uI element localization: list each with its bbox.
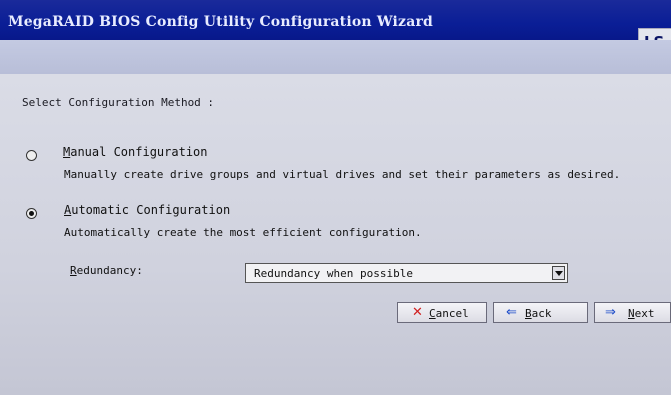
chevron-down-icon[interactable] xyxy=(552,266,565,280)
section-heading: Select Configuration Method : xyxy=(22,96,215,109)
automatic-config-radio[interactable] xyxy=(26,208,37,219)
redundancy-label-rest: edundancy: xyxy=(76,264,143,277)
manual-config-radio[interactable] xyxy=(26,150,37,161)
next-button[interactable]: ⇒ Next xyxy=(594,302,671,323)
back-label-rest: ack xyxy=(531,307,552,320)
next-hotkey: N xyxy=(628,307,635,320)
title-bar: MegaRAID BIOS Config Utility Configurati… xyxy=(0,0,671,40)
header-band xyxy=(0,40,671,74)
cancel-button[interactable]: ✕ Cancel xyxy=(397,302,487,323)
redundancy-value: Redundancy when possible xyxy=(254,267,413,280)
arrow-left-icon: ⇐ xyxy=(506,305,517,320)
redundancy-select[interactable]: Redundancy when possible xyxy=(245,263,568,283)
automatic-label-rest: utomatic Configuration xyxy=(71,203,231,217)
redundancy-label: Redundancy: xyxy=(70,264,143,277)
back-hotkey: B xyxy=(525,307,532,320)
next-label-rest: ext xyxy=(634,307,655,320)
manual-label-rest: anual Configuration xyxy=(70,145,208,159)
arrow-right-icon: ⇒ xyxy=(605,305,616,320)
cancel-label: Cancel xyxy=(429,307,469,320)
cancel-hotkey: C xyxy=(429,307,436,320)
next-label: Next xyxy=(628,307,655,320)
automatic-config-label[interactable]: Automatic Configuration xyxy=(64,203,230,217)
redundancy-hotkey: R xyxy=(70,264,77,277)
x-icon: ✕ xyxy=(412,305,423,320)
manual-config-label[interactable]: Manual Configuration xyxy=(63,145,208,159)
automatic-config-description: Automatically create the most efficient … xyxy=(64,226,422,239)
back-label: Back xyxy=(525,307,552,320)
cancel-label-rest: ancel xyxy=(435,307,469,320)
back-button[interactable]: ⇐ Back xyxy=(493,302,588,323)
window-title: MegaRAID BIOS Config Utility Configurati… xyxy=(8,14,434,30)
manual-config-description: Manually create drive groups and virtual… xyxy=(64,168,621,181)
wizard-screen: MegaRAID BIOS Config Utility Configurati… xyxy=(0,0,671,395)
